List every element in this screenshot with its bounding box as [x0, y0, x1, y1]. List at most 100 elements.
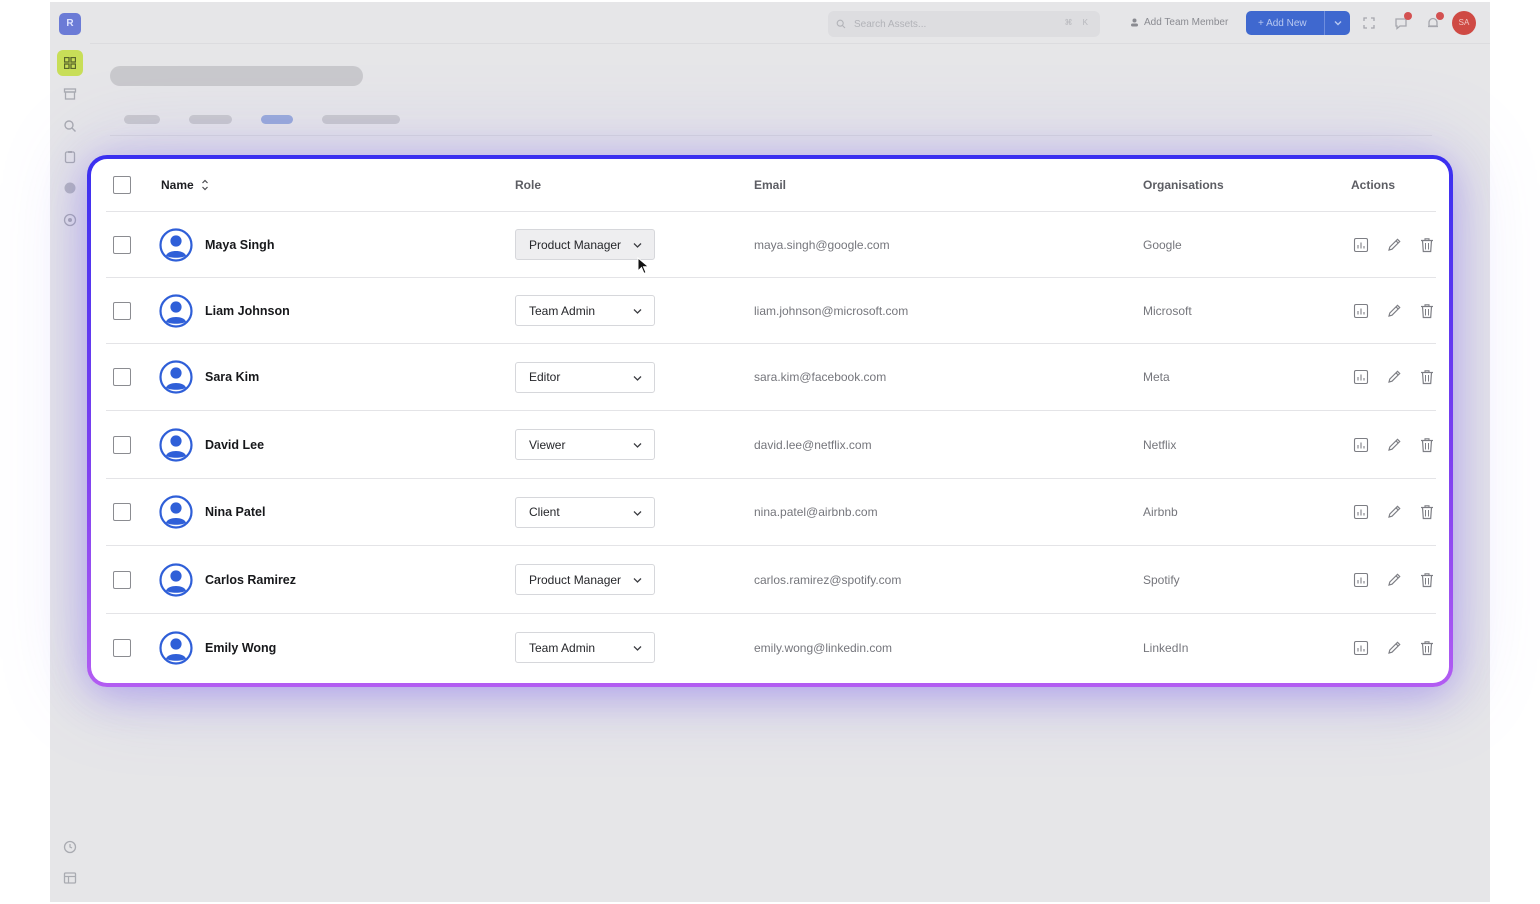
- table-row[interactable]: Maya Singh Product Manager maya.singh@go…: [106, 212, 1436, 278]
- row-select-cell: [113, 411, 131, 478]
- actions-cell: [1353, 344, 1449, 410]
- user-email: maya.singh@google.com: [754, 237, 890, 252]
- organisation-cell: Microsoft: [1143, 278, 1192, 343]
- search-icon[interactable]: [63, 119, 77, 133]
- organisation-cell: Meta: [1143, 344, 1170, 410]
- table-row[interactable]: Liam Johnson Team Admin liam.johnson@mic…: [106, 278, 1436, 344]
- report-icon[interactable]: [1353, 437, 1369, 453]
- report-icon[interactable]: [1353, 640, 1369, 656]
- table-row[interactable]: David Lee Viewer david.lee@netflix.com N…: [106, 411, 1436, 479]
- clipboard-icon[interactable]: [63, 150, 77, 164]
- report-icon[interactable]: [1353, 572, 1369, 588]
- chevron-down-icon: [633, 375, 642, 381]
- messages-icon[interactable]: [1394, 12, 1412, 30]
- row-checkbox[interactable]: [113, 235, 131, 254]
- search-shortcut: ⌘ K: [1064, 18, 1092, 27]
- user-avatar-icon: [159, 562, 193, 597]
- user-organisation: LinkedIn: [1143, 640, 1189, 655]
- role-dropdown[interactable]: Client: [515, 496, 655, 528]
- email-cell: nina.patel@airbnb.com: [754, 479, 878, 545]
- edit-icon[interactable]: [1386, 640, 1402, 656]
- row-checkbox[interactable]: [113, 368, 131, 386]
- edit-icon[interactable]: [1386, 572, 1402, 588]
- globe-icon[interactable]: [63, 181, 77, 195]
- actions-cell: [1353, 479, 1449, 545]
- row-checkbox[interactable]: [113, 301, 131, 320]
- name-header[interactable]: Name: [161, 159, 210, 211]
- add-new-button[interactable]: + Add New: [1246, 11, 1350, 35]
- fullscreen-icon[interactable]: [1362, 16, 1376, 30]
- report-icon[interactable]: [1353, 303, 1369, 319]
- sort-icon[interactable]: [200, 179, 210, 191]
- user-avatar[interactable]: SA: [1452, 11, 1476, 35]
- role-value: Client: [529, 505, 560, 519]
- table-row[interactable]: Emily Wong Team Admin emily.wong@linkedi…: [106, 614, 1436, 681]
- grid-icon[interactable]: [57, 50, 83, 76]
- chevron-down-icon: [633, 443, 642, 448]
- role-header: Role: [515, 159, 541, 211]
- notification-dot: [1436, 12, 1444, 20]
- app-logo[interactable]: R: [59, 13, 81, 35]
- edit-icon[interactable]: [1386, 437, 1402, 453]
- row-checkbox[interactable]: [113, 435, 131, 454]
- role-value: Product Manager: [529, 237, 622, 252]
- search-icon: [836, 19, 846, 29]
- tab-divider: [110, 135, 1432, 136]
- edit-icon[interactable]: [1386, 369, 1402, 385]
- report-icon[interactable]: [1353, 504, 1369, 520]
- clock-icon[interactable]: [63, 840, 77, 854]
- role-dropdown[interactable]: Team Admin: [515, 295, 655, 326]
- table-row[interactable]: Sara Kim Editor sara.kim@facebook.com Me…: [106, 344, 1436, 411]
- chevron-down-icon: [633, 243, 642, 248]
- chevron-down-icon: [633, 646, 642, 651]
- row-checkbox[interactable]: [113, 503, 131, 521]
- actions-cell: [1353, 614, 1449, 681]
- email-cell: liam.johnson@microsoft.com: [754, 278, 908, 343]
- actions-cell: [1353, 278, 1449, 343]
- edit-icon[interactable]: [1386, 303, 1402, 319]
- user-avatar-icon: [159, 360, 193, 394]
- role-dropdown[interactable]: Product Manager: [515, 564, 655, 595]
- delete-icon[interactable]: [1419, 437, 1435, 453]
- email-cell: david.lee@netflix.com: [754, 411, 872, 478]
- report-icon[interactable]: [1353, 237, 1369, 253]
- row-checkbox[interactable]: [113, 638, 131, 657]
- delete-icon[interactable]: [1419, 303, 1435, 319]
- add-team-member-button[interactable]: Add Team Member: [1130, 17, 1228, 28]
- delete-icon[interactable]: [1419, 640, 1435, 656]
- search-input[interactable]: Search Assets... ⌘ K: [828, 11, 1100, 37]
- role-dropdown[interactable]: Team Admin: [515, 632, 655, 663]
- delete-icon[interactable]: [1419, 369, 1435, 385]
- user-name: Maya Singh: [205, 237, 275, 252]
- delete-icon[interactable]: [1419, 572, 1435, 588]
- table-row[interactable]: Carlos Ramirez Product Manager carlos.ra…: [106, 546, 1436, 614]
- row-checkbox[interactable]: [113, 570, 131, 589]
- search-placeholder: Search Assets...: [854, 18, 927, 30]
- bell-icon[interactable]: [1426, 12, 1444, 30]
- chevron-down-icon: [633, 510, 642, 516]
- edit-icon[interactable]: [1386, 237, 1402, 253]
- role-value: Editor: [529, 370, 561, 384]
- notification-dot: [1404, 12, 1412, 20]
- help-icon[interactable]: [63, 213, 77, 227]
- archive-icon[interactable]: [63, 87, 77, 101]
- actions-cell: [1353, 546, 1449, 613]
- table-row[interactable]: Nina Patel Client nina.patel@airbnb.com …: [106, 479, 1436, 546]
- actions-header: Actions: [1351, 159, 1395, 211]
- email-cell: emily.wong@linkedin.com: [754, 614, 892, 681]
- chevron-down-icon[interactable]: [1332, 17, 1344, 29]
- layout-icon[interactable]: [63, 871, 77, 885]
- button-divider: [1324, 11, 1325, 35]
- report-icon[interactable]: [1353, 369, 1369, 385]
- delete-icon[interactable]: [1419, 237, 1435, 253]
- role-dropdown[interactable]: Viewer: [515, 429, 655, 460]
- select-all-checkbox[interactable]: [113, 176, 131, 194]
- add-team-member-label: Add Team Member: [1144, 17, 1229, 28]
- role-dropdown[interactable]: Product Manager: [515, 229, 655, 260]
- sidebar: R: [50, 2, 90, 902]
- edit-icon[interactable]: [1386, 504, 1402, 520]
- role-dropdown[interactable]: Editor: [515, 361, 655, 393]
- delete-icon[interactable]: [1419, 504, 1435, 520]
- organisation-cell: LinkedIn: [1143, 614, 1188, 681]
- user-email: carlos.ramirez@spotify.com: [754, 572, 902, 587]
